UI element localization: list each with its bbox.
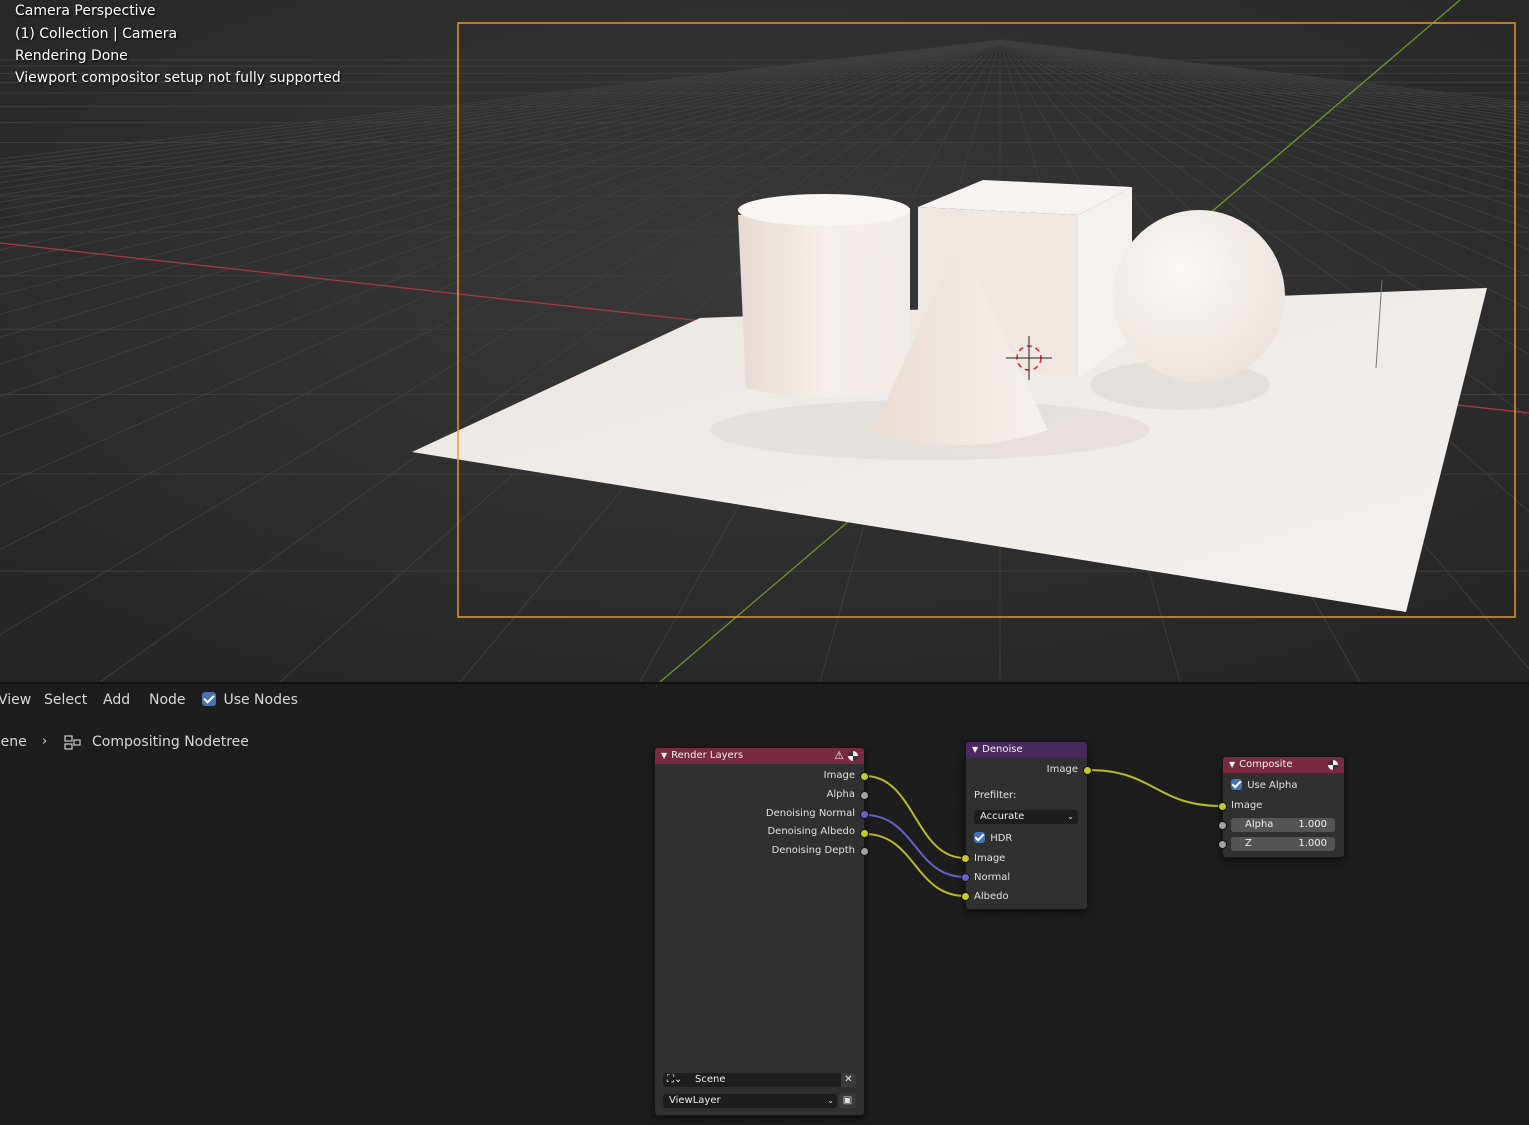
socket-denoise-image-out[interactable] [1083,766,1092,775]
alpha-value-field[interactable]: Alpha 1.000 [1231,818,1335,832]
collapse-chevron-icon[interactable]: ▼ [972,742,978,758]
denoise-node[interactable]: ▼ Denoise Image Prefilter: Accurate ⌄ HDR… [965,741,1088,910]
viewlayer-browse-icon[interactable]: ▣ [839,1094,856,1108]
use-alpha-toggle[interactable]: Use Alpha [1231,779,1297,791]
use-alpha-checkbox[interactable] [1231,779,1242,790]
scene-selector[interactable]: ⛶⌄ Scene ✕ [663,1073,856,1087]
link-normal-to-denoise [864,814,966,878]
hdr-toggle[interactable]: HDR [974,832,1012,844]
input-label: Image [1231,800,1263,811]
input-label: Image [974,853,1006,864]
scene-field-value: Scene [695,1074,726,1085]
viewport-overlay-line: Rendering Done [15,48,128,64]
render-layers-title: Render Layers [671,750,744,761]
socket-composite-image-in[interactable] [1218,802,1227,811]
alpha-field-label: Alpha [1245,819,1274,830]
input-label: Albedo [974,891,1009,902]
output-label: Denoising Normal [765,808,855,819]
preview-sphere-icon[interactable] [848,751,858,761]
output-label: Image [823,770,855,781]
viewlayer-selector[interactable]: ViewLayer ⌄ [663,1094,837,1108]
input-label: Normal [974,872,1011,883]
socket-composite-z-in[interactable] [1218,840,1227,849]
socket-denoise-image-in[interactable] [961,854,970,863]
output-label: Denoising Depth [771,845,855,856]
preview-sphere-icon[interactable] [1328,760,1338,770]
viewport-scene[interactable] [0,0,1529,682]
clear-scene-icon[interactable]: ✕ [841,1073,856,1087]
prefilter-value: Accurate [980,811,1025,822]
dropdown-chevron-icon: ⌄ [1067,812,1074,821]
warning-icon: ⚠ [834,749,844,762]
z-field-value: 1.000 [1298,838,1327,849]
prefilter-label: Prefilter: [974,790,1017,801]
viewport-overlay-line: Viewport compositor setup not fully supp… [15,70,341,86]
socket-denoising-normal-out[interactable] [860,810,869,819]
socket-composite-alpha-in[interactable] [1218,821,1227,830]
z-field-label: Z [1245,838,1252,849]
cylinder-object[interactable] [738,194,910,398]
alpha-field-value: 1.000 [1298,819,1327,830]
3d-viewport[interactable]: Camera Perspective (1) Collection | Came… [0,0,1529,682]
viewlayer-field-value: ViewLayer [669,1095,721,1106]
viewport-overlay-line: Camera Perspective [15,3,156,19]
output-label: Alpha [826,789,855,800]
collapse-chevron-icon[interactable]: ▼ [661,748,667,764]
z-value-field[interactable]: Z 1.000 [1231,837,1335,851]
prefilter-dropdown[interactable]: Accurate ⌄ [974,810,1078,824]
viewport-overlay-line: (1) Collection | Camera [15,26,178,42]
output-label: Denoising Albedo [767,826,855,837]
socket-denoise-albedo-in[interactable] [961,892,970,901]
socket-alpha-out[interactable] [860,791,869,800]
denoise-title: Denoise [982,744,1023,755]
socket-denoise-normal-in[interactable] [961,873,970,882]
composite-title: Composite [1239,759,1293,770]
composite-node[interactable]: ▼ Composite Use Alpha Image Alpha 1.000 Z… [1222,756,1345,858]
hdr-checkbox[interactable] [974,832,985,843]
render-layers-node[interactable]: ▼ Render Layers ⚠ Image Alpha Denoising N… [654,747,865,1116]
socket-denoising-depth-out[interactable] [860,847,869,856]
dropdown-chevron-icon: ⌄ [827,1096,834,1105]
node-editor[interactable]: View Select Add Node Use Nodes Scene › C… [0,684,1529,1125]
sphere-object[interactable] [1113,210,1285,382]
render-layers-header[interactable]: ▼ Render Layers ⚠ [655,748,864,764]
denoise-header[interactable]: ▼ Denoise [966,742,1087,758]
scene-icon: ⛶⌄ [667,1074,683,1085]
hdr-label: HDR [990,833,1013,844]
collapse-chevron-icon[interactable]: ▼ [1229,757,1235,773]
socket-denoising-albedo-out[interactable] [860,829,869,838]
link-albedo-to-denoise [864,833,966,897]
socket-image-out[interactable] [860,772,869,781]
output-label: Image [1046,764,1078,775]
link-denoise-to-composite [1087,769,1223,807]
use-alpha-label: Use Alpha [1247,780,1298,791]
composite-header[interactable]: ▼ Composite [1223,757,1344,773]
